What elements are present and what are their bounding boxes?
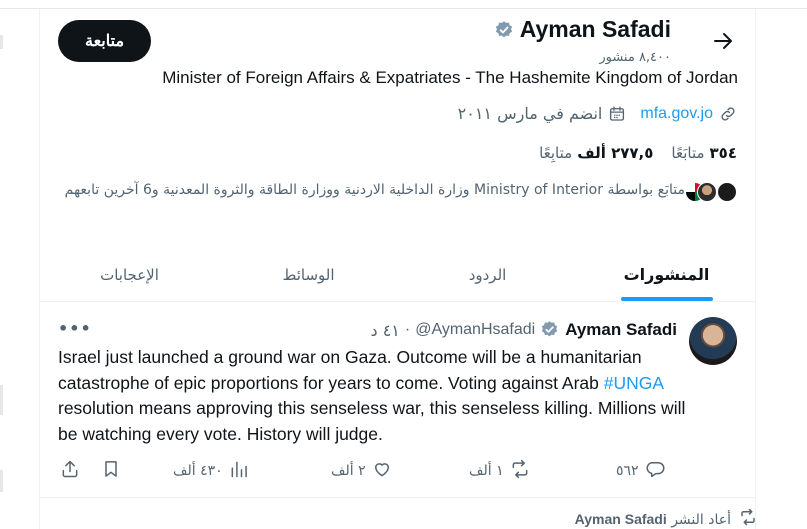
views-button[interactable]: ٤٣٠ ألف [173,459,249,483]
link-icon [719,105,737,123]
retweet-notice: أعاد النشر Ayman Safadi [575,508,757,529]
analytics-icon [229,459,249,483]
tweet-actions: ٤٣٠ ألف ٢ ألف ١ ألف ٥٦٢ [60,459,700,483]
website-item: mfa.gov.jo [640,105,737,123]
tab-label: الإعجابات [100,265,159,284]
tab-replies[interactable]: الردود [398,248,577,301]
followers-count: ٢٧٧,٥ ألف [577,144,654,162]
retweet-icon [739,508,757,529]
like-button[interactable]: ٢ ألف [331,459,392,483]
followed-by[interactable]: متابَع بواسطة Ministry of Interior وزارة… [57,180,737,202]
tab-label: المنشورات [623,265,710,284]
back-arrow-icon[interactable] [711,29,739,53]
verified-badge-icon [494,20,514,40]
profile-tabs: المنشورات الردود الوسائط الإعجابات [40,248,756,302]
tab-likes[interactable]: الإعجابات [40,248,219,301]
calendar-icon [608,105,626,123]
tweet-header: ٤١ د · @AymanHsafadi Ayman Safadi [370,320,677,340]
tweet-time[interactable]: ٤١ د [370,321,399,340]
follower-avatars [685,182,737,202]
tweet-text: Israel just launched a ground war on Gaz… [58,345,698,447]
retweet-button[interactable]: ١ ألف [469,459,530,483]
website-link[interactable]: mfa.gov.jo [640,105,713,123]
views-count: ٤٣٠ ألف [173,463,223,479]
joined-date: انضم في مارس ٢٠١١ [457,104,603,123]
active-tab-indicator [620,297,713,301]
tab-media[interactable]: الوسائط [219,248,398,301]
profile-name: Ayman Safadi [519,16,671,42]
reply-icon [645,459,665,483]
following-count: ٣٥٤ [709,144,737,162]
reply-button[interactable]: ٥٦٢ [616,459,665,483]
separator-dot: · [404,321,411,338]
more-options-icon[interactable]: ••• [58,319,92,338]
verified-badge-icon [540,320,560,340]
following-stat[interactable]: ٣٥٤ متابَعًا [671,144,737,162]
posts-count: ٨,٤٠٠ منشور [599,50,671,65]
left-edge-fragment [0,470,3,492]
tweet-card[interactable]: ٤١ د · @AymanHsafadi Ayman Safadi ••• Is… [40,303,756,498]
followers-stat[interactable]: ٢٧٧,٥ ألف متابِعًا [539,144,653,162]
tab-label: الردود [468,265,507,284]
profile-meta: mfa.gov.jo انضم في مارس ٢٠١١ [458,104,737,123]
tab-posts[interactable]: المنشورات [577,248,756,301]
tweet-text-part: resolution means approving this senseles… [58,398,686,444]
retweets-count: ١ ألف [469,463,504,479]
avatar [717,182,737,202]
follow-button[interactable]: متابعة [58,20,151,62]
heart-icon [372,459,392,483]
left-edge-fragment [0,35,3,49]
left-edge-fragment [0,385,3,415]
tweet-handle[interactable]: @AymanHsafadi [415,321,535,339]
likes-count: ٢ ألف [331,463,366,479]
followed-by-text: متابَع بواسطة Ministry of Interior وزارة… [64,182,685,198]
bookmark-icon [101,459,121,483]
following-label: متابَعًا [671,144,705,162]
followers-label: متابِعًا [539,144,573,162]
tweet-author-name[interactable]: Ayman Safadi [565,320,677,340]
share-button[interactable] [60,459,80,483]
replies-count: ٥٦٢ [616,463,639,479]
retweet-label: أعاد النشر [671,511,731,528]
profile-bio: Minister of Foreign Affairs & Expatriate… [162,68,738,87]
retweeter-name[interactable]: Ayman Safadi [575,511,667,527]
retweet-notice-text: أعاد النشر Ayman Safadi [575,511,731,528]
tab-label: الوسائط [282,265,335,284]
hashtag-link[interactable]: #UNGA [604,373,663,393]
tweet-text-part: Israel just launched a ground war on Gaz… [58,347,642,393]
retweet-icon [510,459,530,483]
profile-header-name: Ayman Safadi [494,16,671,43]
avatar [697,182,717,202]
share-icon [60,459,80,483]
joined-item: انضم في مارس ٢٠١١ [458,104,627,123]
profile-stats: ٣٥٤ متابَعًا ٢٧٧,٥ ألف متابِعًا [539,144,737,162]
bookmark-button[interactable] [101,459,121,483]
